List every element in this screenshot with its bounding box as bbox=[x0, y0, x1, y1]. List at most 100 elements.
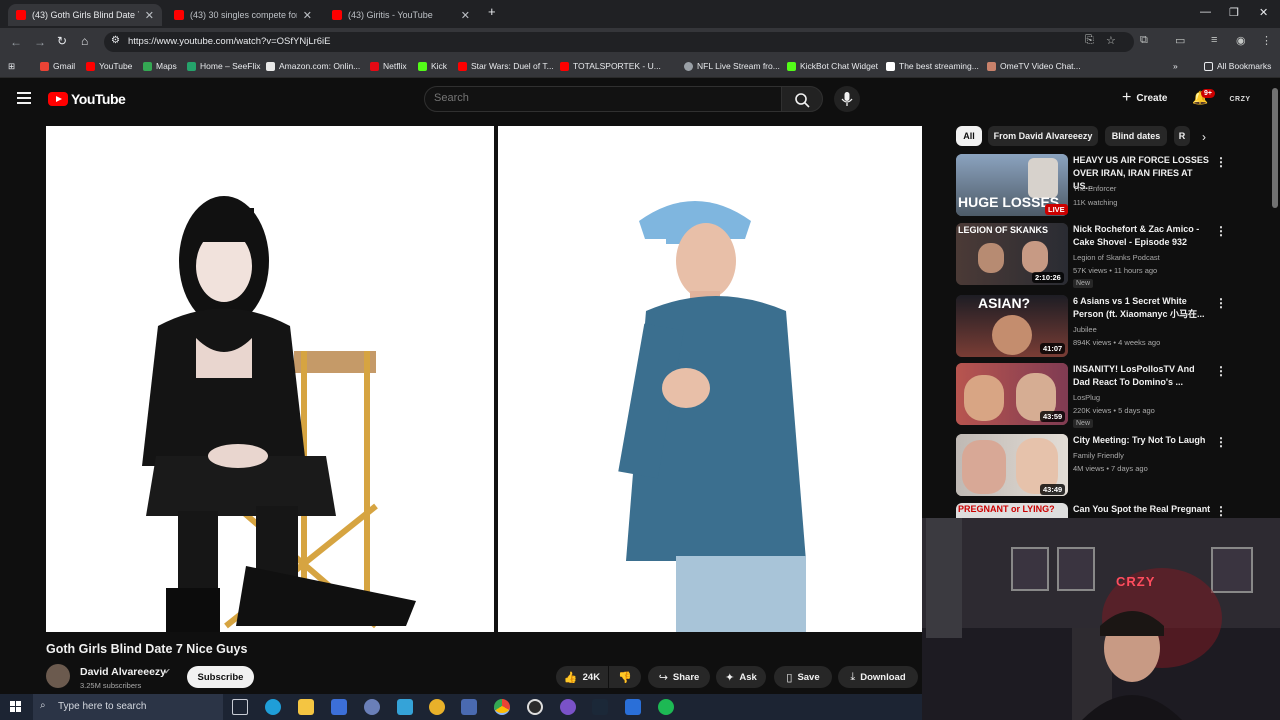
subscribe-button[interactable]: Subscribe bbox=[187, 666, 254, 688]
close-icon[interactable]: ✕ bbox=[461, 9, 470, 22]
app-icon[interactable] bbox=[461, 699, 477, 715]
app-icon[interactable] bbox=[397, 699, 413, 715]
more-options-icon[interactable]: ⋮ bbox=[1215, 155, 1227, 169]
bookmark-totalsportek[interactable]: TOTALSPORTEK - U... bbox=[560, 61, 661, 71]
minimize-icon[interactable]: — bbox=[1200, 6, 1211, 18]
save-button[interactable]: ▯ Save bbox=[774, 666, 832, 688]
more-options-icon[interactable]: ⋮ bbox=[1215, 296, 1227, 310]
bookmark-gmail[interactable]: Gmail bbox=[40, 61, 75, 71]
browser-menu-icon[interactable]: ⋮ bbox=[1261, 34, 1272, 47]
bookmark-star-wars[interactable]: Star Wars: Duel of T... bbox=[458, 61, 554, 71]
page-scrollbar[interactable] bbox=[1272, 88, 1278, 208]
chevron-right-icon[interactable]: › bbox=[1202, 130, 1206, 144]
back-icon[interactable]: ← bbox=[10, 35, 22, 49]
bookmark-netflix[interactable]: Netflix bbox=[370, 61, 407, 71]
bookmark-ometv[interactable]: OmeTV Video Chat... bbox=[987, 61, 1081, 71]
tab-singles-compete[interactable]: (43) 30 singles compete for lov ✕ bbox=[166, 4, 320, 26]
channel-name[interactable]: David Alvareeezy bbox=[80, 666, 166, 678]
bookmark-seeflix[interactable]: Home – SeeFlix bbox=[187, 61, 260, 71]
chip-all[interactable]: All bbox=[956, 126, 982, 146]
reload-icon[interactable]: ↻ bbox=[57, 34, 67, 48]
install-app-icon[interactable]: ⎘ bbox=[1085, 34, 1094, 47]
rec-title[interactable]: City Meeting: Try Not To Laugh bbox=[1073, 434, 1213, 447]
dislike-button[interactable]: 👎 bbox=[609, 666, 641, 688]
steam-icon[interactable] bbox=[592, 699, 608, 715]
rec-title[interactable]: Can You Spot the Real Pregnant bbox=[1073, 503, 1213, 516]
forward-icon[interactable]: → bbox=[34, 35, 46, 49]
rec-channel[interactable]: Legion of Skanks Podcast bbox=[1073, 253, 1160, 262]
task-view-icon[interactable] bbox=[232, 699, 248, 715]
more-options-icon[interactable]: ⋮ bbox=[1215, 435, 1227, 449]
home-icon[interactable]: ⌂ bbox=[81, 34, 88, 48]
site-info-icon[interactable]: ⚙ bbox=[111, 35, 120, 46]
amazon-icon bbox=[266, 61, 275, 71]
app-icon[interactable] bbox=[364, 699, 380, 715]
share-button[interactable]: ↪ Share bbox=[648, 666, 710, 688]
bookmark-youtube[interactable]: YouTube bbox=[86, 61, 132, 71]
more-options-icon[interactable]: ⋮ bbox=[1215, 364, 1227, 378]
tab-giritis[interactable]: (43) Giritis - YouTube ✕ bbox=[324, 4, 478, 26]
chip-blind-dates[interactable]: Blind dates bbox=[1105, 126, 1167, 146]
chrome-icon[interactable] bbox=[494, 699, 510, 715]
calculator-icon[interactable] bbox=[331, 699, 347, 715]
close-icon[interactable]: ✕ bbox=[145, 9, 154, 22]
rec-channel[interactable]: Family Friendly bbox=[1073, 451, 1124, 460]
chip-partial[interactable]: R bbox=[1174, 126, 1190, 146]
rec-channel[interactable]: The Enforcer bbox=[1073, 184, 1116, 193]
ask-button[interactable]: ✦ Ask bbox=[716, 666, 766, 688]
taskbar-search-placeholder[interactable]: Type here to search bbox=[58, 701, 146, 712]
all-bookmarks[interactable]: All Bookmarks bbox=[1204, 61, 1271, 71]
rec-title[interactable]: Nick Rochefort & Zac Amico - Cake Shovel… bbox=[1073, 223, 1213, 249]
like-button[interactable]: 👍 24K bbox=[556, 666, 608, 688]
bookmarks-overflow-icon[interactable]: » bbox=[1173, 61, 1178, 71]
youtube-logo[interactable]: YouTube bbox=[48, 91, 126, 107]
window-close-icon[interactable]: ✕ bbox=[1259, 6, 1268, 19]
bookmark-nfl[interactable]: NFL Live Stream fro... bbox=[684, 61, 780, 71]
download-button[interactable]: ⤓ Download bbox=[838, 666, 918, 688]
rec-channel[interactable]: Jubilee bbox=[1073, 325, 1097, 334]
bookmark-kickbot[interactable]: KickBot Chat Widget bbox=[787, 61, 878, 71]
tab-goth-girls[interactable]: (43) Goth Girls Blind Date 7 Nic ✕ bbox=[8, 4, 162, 26]
account-avatar[interactable]: CRZY bbox=[1226, 88, 1254, 110]
rec-channel[interactable]: LosPlug bbox=[1073, 393, 1100, 402]
download-label: Download bbox=[860, 671, 906, 683]
voice-search-button[interactable] bbox=[834, 86, 860, 112]
video-player[interactable] bbox=[46, 126, 922, 632]
hamburger-menu-icon[interactable] bbox=[17, 92, 31, 104]
rec-title[interactable]: 6 Asians vs 1 Secret White Person (ft. X… bbox=[1073, 295, 1213, 321]
bookmark-streaming[interactable]: The best streaming... bbox=[886, 61, 979, 71]
url-text[interactable]: https://www.youtube.com/watch?v=OSfYNjLr… bbox=[128, 36, 331, 47]
edge-icon[interactable] bbox=[265, 699, 281, 715]
close-icon[interactable]: ✕ bbox=[303, 9, 312, 22]
tab-label: (43) Giritis - YouTube bbox=[348, 10, 433, 20]
bookmark-star-icon[interactable]: ☆ bbox=[1106, 34, 1116, 47]
bookmark-maps[interactable]: Maps bbox=[143, 61, 177, 71]
spotify-icon[interactable] bbox=[658, 699, 674, 715]
thumbnail-figure bbox=[992, 315, 1032, 355]
more-options-icon[interactable]: ⋮ bbox=[1215, 224, 1227, 238]
app-icon[interactable] bbox=[625, 699, 641, 715]
bookmark-amazon[interactable]: Amazon.com: Onlin... bbox=[266, 61, 360, 71]
file-explorer-icon[interactable] bbox=[298, 699, 314, 715]
channel-avatar[interactable] bbox=[46, 664, 70, 688]
profile-icon[interactable]: ◉ bbox=[1236, 34, 1246, 47]
rec-thumbnail[interactable]: PREGNANT or LYING? bbox=[956, 503, 1068, 519]
bookmark-kick[interactable]: Kick bbox=[418, 61, 447, 71]
youtube-icon bbox=[560, 61, 569, 71]
app-icon[interactable] bbox=[560, 699, 576, 715]
chip-from-channel[interactable]: From David Alvareeezy bbox=[988, 126, 1098, 146]
new-tab-button[interactable]: + bbox=[488, 4, 496, 19]
app-icon[interactable] bbox=[429, 699, 445, 715]
extensions-icon[interactable]: ⧉ bbox=[1140, 34, 1148, 47]
apps-icon[interactable]: ⊞ bbox=[8, 61, 15, 72]
more-options-icon[interactable]: ⋮ bbox=[1215, 504, 1227, 518]
maximize-icon[interactable]: ❐ bbox=[1229, 6, 1239, 19]
cast-icon[interactable]: ▭ bbox=[1175, 34, 1185, 47]
rec-title[interactable]: INSANITY! LosPollosTV And Dad React To D… bbox=[1073, 363, 1213, 389]
media-control-icon[interactable]: ≡ bbox=[1211, 34, 1217, 46]
app-icon[interactable] bbox=[527, 699, 543, 715]
search-input[interactable] bbox=[434, 92, 764, 104]
create-button[interactable]: + Create bbox=[1122, 89, 1167, 107]
search-button[interactable] bbox=[781, 86, 823, 112]
windows-start-icon[interactable] bbox=[10, 701, 22, 713]
